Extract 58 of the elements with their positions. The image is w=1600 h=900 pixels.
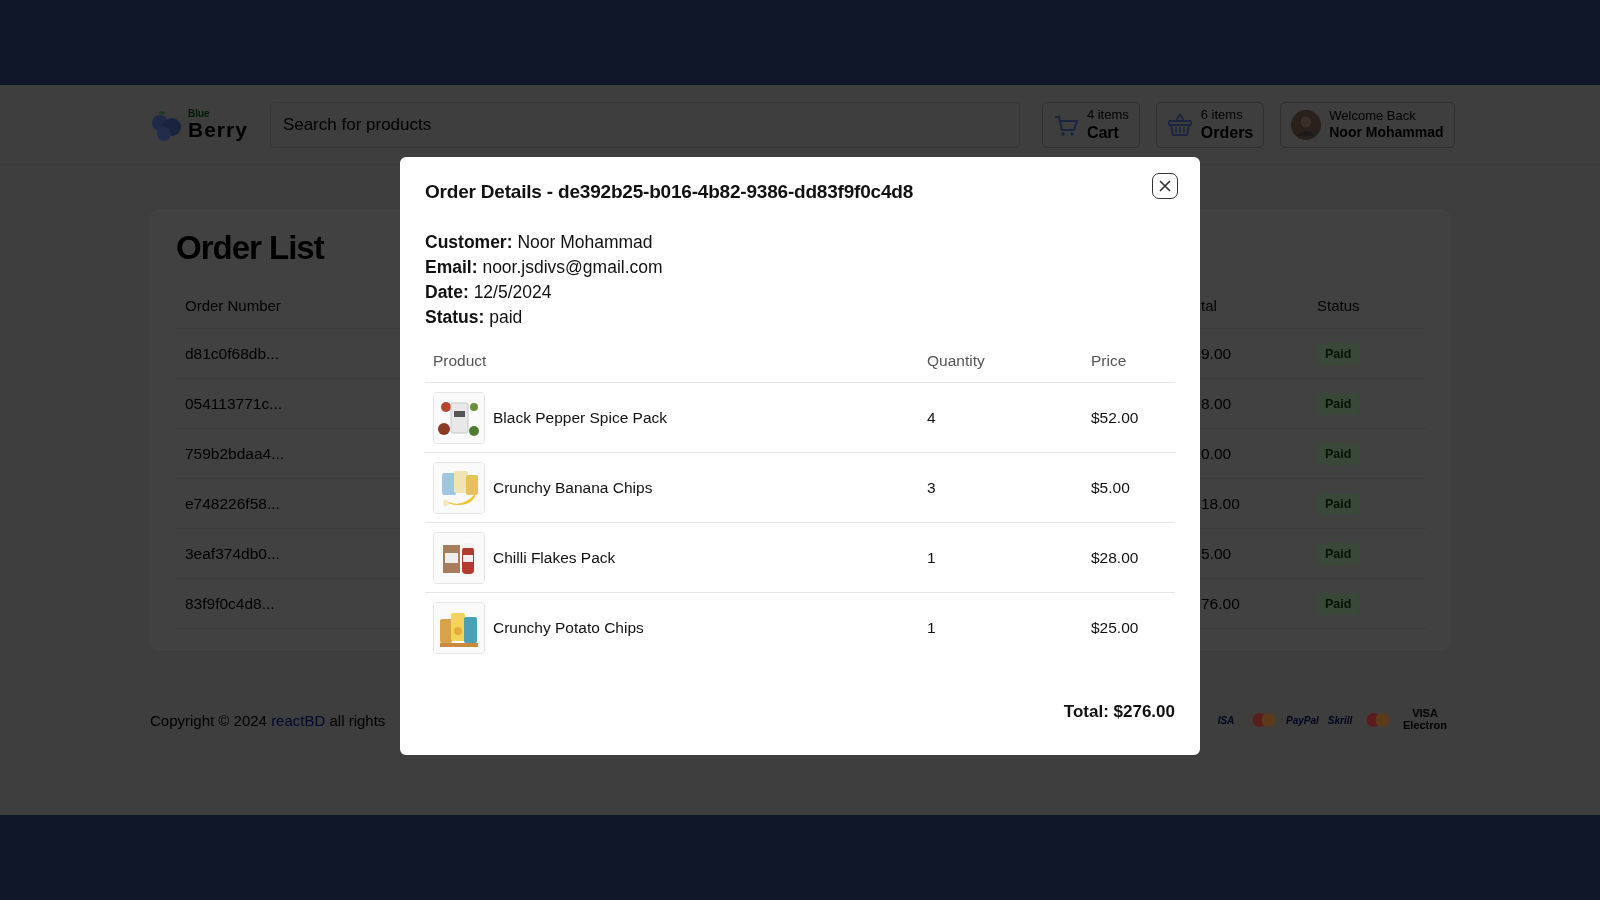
item-count: 6 items	[1200, 107, 1244, 123]
product-name: Crunchy Banana Chips	[493, 478, 653, 497]
detail-text: Customer: Noor Mohammad	[425, 231, 654, 253]
payment-logo: PayPal	[1286, 714, 1318, 726]
detail-text: Email: noor.jsdivs@gmail.com	[425, 256, 664, 278]
column-header: Price	[1083, 352, 1175, 383]
status-badge: Paid	[1317, 592, 1360, 615]
copyright-text: Copyright © 2024 reactBD all rights	[150, 711, 386, 729]
table-cell: $52.00	[1083, 382, 1175, 453]
product-name: Chilli Flakes Pack	[493, 548, 616, 567]
status-badge: Paid	[1317, 392, 1360, 415]
close-button[interactable]	[1152, 173, 1178, 199]
orders-button[interactable]: 6 items Orders	[1155, 101, 1265, 148]
payment-logo: VISA Electron	[1402, 708, 1448, 732]
status-badge: Paid	[1317, 492, 1360, 515]
nav-label: Orders	[1200, 122, 1254, 142]
basket-icon	[1166, 112, 1193, 137]
welcome-text: Welcome Back	[1329, 108, 1417, 124]
table-cell: 18.00	[1201, 479, 1308, 529]
table-cell: 1	[919, 592, 1083, 662]
table-cell: 0.00	[1201, 429, 1308, 479]
table-cell: $5.00	[1083, 452, 1175, 523]
column-header: Status	[1308, 297, 1426, 329]
table-cell: 5.00	[1201, 529, 1308, 579]
footer-link[interactable]: reactBD	[271, 711, 326, 729]
table-cell: 9.00	[1201, 329, 1308, 379]
table-cell: 3	[919, 452, 1083, 523]
product-name: Crunchy Potato Chips	[493, 618, 644, 637]
status-badge: Paid	[1317, 542, 1360, 565]
column-header: Product	[425, 352, 919, 383]
avatar-icon	[1291, 109, 1322, 140]
nav-label: Cart	[1086, 122, 1120, 142]
table-cell: 4	[919, 382, 1083, 453]
modal-title: Order Details - de392b25-b016-4b82-9386-dd83f9f0c4d8	[425, 181, 914, 203]
table-cell: 8.00	[1201, 379, 1308, 429]
user-menu[interactable]: Welcome Back Noor Mohammad	[1280, 101, 1455, 148]
product-name: Black Pepper Spice Pack	[493, 408, 668, 427]
status-badge: Paid	[1317, 342, 1360, 365]
logo-tagline: Blue	[188, 109, 211, 119]
table-cell: $25.00	[1083, 592, 1175, 662]
column-header: tal	[1201, 297, 1308, 329]
table-cell: 1	[919, 522, 1083, 593]
order-total: Total: $276.00	[1062, 702, 1175, 722]
page-title: Order List	[176, 229, 324, 267]
user-name: Noor Mohammad	[1329, 123, 1444, 141]
search-field[interactable]: Search for products	[269, 101, 1020, 148]
item-count: 4 items	[1086, 107, 1129, 123]
payment-logo: Skrill	[1326, 714, 1354, 726]
status-badge: Paid	[1317, 442, 1360, 465]
close-icon	[1158, 179, 1172, 193]
payment-logo: ISA	[1216, 714, 1236, 726]
column-header: Quantity	[919, 352, 1083, 383]
table-cell: $28.00	[1083, 522, 1175, 593]
cart-button[interactable]: 4 items Cart	[1041, 101, 1140, 148]
detail-text: Date: 12/5/2024	[425, 281, 553, 303]
table-cell: 76.00	[1201, 579, 1308, 629]
logo-text: Berry	[188, 119, 248, 140]
detail-text: Status: paid	[425, 306, 524, 328]
